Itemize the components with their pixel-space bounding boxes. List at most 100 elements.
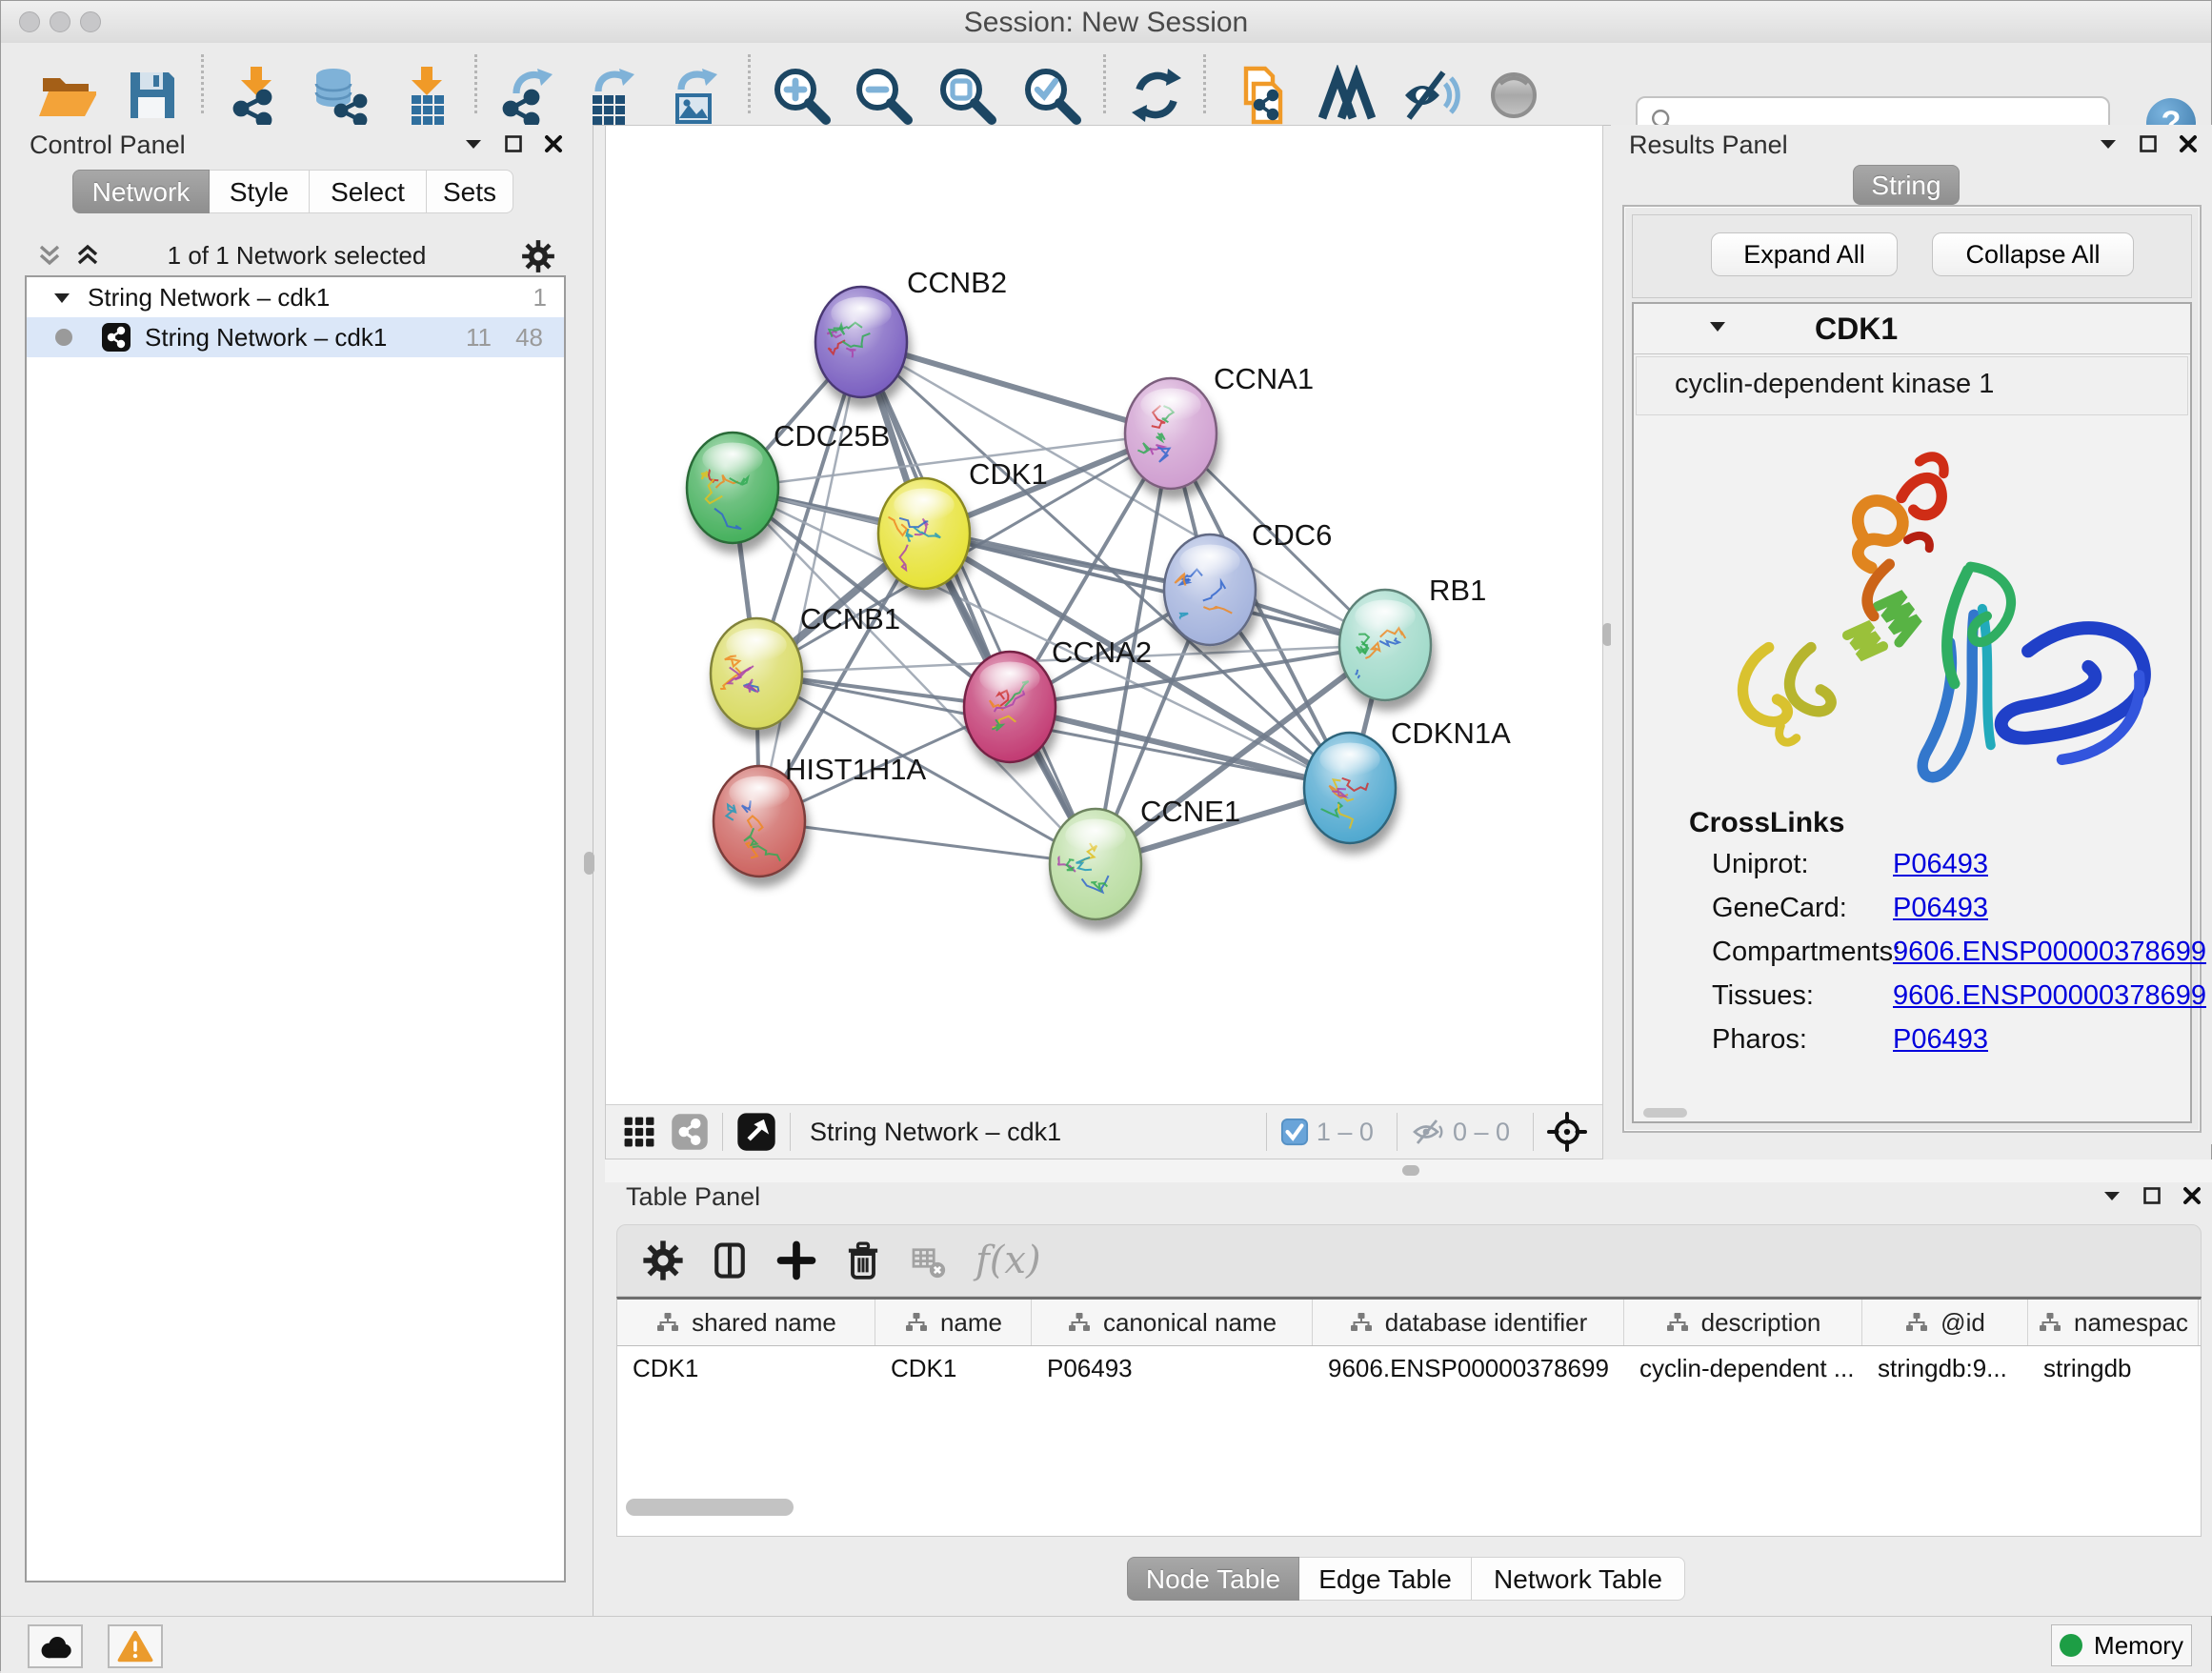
node-label: CCNB2 — [907, 266, 1007, 299]
panel-menu-icon[interactable] — [464, 137, 483, 151]
results-panel-title: Results Panel — [1629, 131, 1788, 160]
column-type-icon — [2038, 1311, 2062, 1334]
delete-table-icon[interactable] — [909, 1238, 947, 1283]
toolbar-separator — [748, 54, 751, 113]
collapse-all-button[interactable]: Collapse All — [1932, 232, 2134, 276]
export-network-button[interactable] — [497, 65, 558, 126]
gene-section-header[interactable]: CDK1 — [1634, 304, 2190, 354]
column-header[interactable]: canonical name — [1032, 1300, 1313, 1345]
show-columns-icon[interactable] — [709, 1238, 751, 1283]
footer-separator — [790, 1113, 791, 1151]
network-row[interactable]: String Network – cdk1 11 48 — [27, 317, 564, 357]
show-all-button[interactable] — [1483, 65, 1544, 126]
splitter-handle[interactable] — [1402, 1165, 1419, 1176]
column-header[interactable]: namespac — [2028, 1300, 2199, 1345]
panel-menu-icon[interactable] — [2102, 1189, 2122, 1202]
main-toolbar: ? — [1, 43, 2211, 126]
cloud-status-button[interactable] — [28, 1624, 83, 1668]
close-panel-icon[interactable] — [2179, 134, 2198, 153]
network-node-CCNB1[interactable]: CCNB1 — [711, 602, 900, 729]
tab-select[interactable]: Select — [310, 170, 427, 213]
hide-selected-button[interactable] — [1399, 65, 1460, 126]
float-panel-icon[interactable] — [2139, 134, 2158, 153]
node-table: shared namenamecanonical namedatabase id… — [616, 1297, 2202, 1537]
tab-network-table[interactable]: Network Table — [1472, 1557, 1685, 1601]
zoom-fit-button[interactable] — [936, 65, 997, 126]
panel-menu-icon[interactable] — [2099, 137, 2118, 151]
export-table-button[interactable] — [579, 65, 640, 126]
expand-all-button[interactable]: Expand All — [1711, 232, 1898, 276]
table-row[interactable]: CDK1CDK1P064939606.ENSP00000378699cyclin… — [617, 1346, 2201, 1390]
column-header[interactable]: @id — [1862, 1300, 2028, 1345]
birds-eye-view-icon[interactable] — [736, 1112, 776, 1152]
network-canvas[interactable]: CCNB2CCNA1CDC25BCDK1CDC6RB1CCNB1CCNA2CDK… — [606, 126, 1602, 1105]
column-type-icon — [1904, 1311, 1929, 1334]
network-view-panel: CCNB2CCNA1CDC25BCDK1CDC6RB1CCNB1CCNA2CDK… — [605, 125, 1603, 1159]
zoom-out-button[interactable] — [853, 65, 914, 126]
delete-column-trash-icon[interactable] — [842, 1238, 884, 1283]
crosslink-compartments[interactable]: 9606.ENSP00000378699 — [1893, 937, 2206, 968]
float-panel-icon[interactable] — [2142, 1186, 2162, 1205]
network-node-HIST1H1A[interactable]: HIST1H1A — [714, 753, 926, 877]
function-builder-icon[interactable]: f(x) — [975, 1239, 1041, 1282]
zoom-selected-button[interactable] — [1021, 65, 1082, 126]
open-session-button[interactable] — [35, 65, 96, 126]
network-node-CCNA1[interactable]: CCNA1 — [1125, 362, 1314, 489]
create-column-icon[interactable] — [775, 1238, 817, 1283]
network-node-CDKN1A[interactable]: CDKN1A — [1304, 716, 1511, 843]
show-graphics-details-icon[interactable] — [1317, 65, 1377, 126]
hidden-eye-icon[interactable] — [1411, 1118, 1445, 1146]
save-session-button[interactable] — [121, 65, 182, 126]
table-hscroll-thumb[interactable] — [626, 1499, 794, 1516]
close-panel-icon[interactable] — [544, 134, 563, 153]
column-header[interactable]: name — [875, 1300, 1032, 1345]
tab-node-table[interactable]: Node Table — [1127, 1557, 1299, 1601]
network-edge — [759, 821, 1096, 864]
network-options-gear-icon[interactable] — [521, 239, 555, 273]
import-table-button[interactable] — [396, 65, 457, 126]
section-collapse-icon[interactable] — [1708, 319, 1727, 333]
tab-sets[interactable]: Sets — [427, 170, 513, 213]
navigator-crosshair-icon[interactable] — [1547, 1112, 1587, 1152]
footer-separator — [1533, 1113, 1534, 1151]
splitter-handle[interactable] — [584, 852, 594, 875]
section-hscroll-thumb[interactable] — [1643, 1108, 1687, 1118]
node-label: CDK1 — [969, 457, 1048, 491]
tab-string[interactable]: String — [1853, 165, 1960, 205]
clone-network-button[interactable] — [1233, 65, 1294, 126]
node-label: RB1 — [1429, 574, 1486, 607]
crosslink-genecard[interactable]: P06493 — [1893, 893, 1988, 924]
refresh-view-button[interactable] — [1126, 65, 1187, 126]
import-network-button[interactable] — [226, 65, 287, 126]
network-node-RB1[interactable]: RB1 — [1339, 574, 1486, 700]
close-panel-icon[interactable] — [2182, 1186, 2202, 1205]
table-options-gear-icon[interactable] — [642, 1238, 684, 1283]
toolbar-separator — [474, 54, 477, 113]
memory-button[interactable]: Memory — [2051, 1624, 2192, 1666]
status-bar: Memory — [1, 1616, 2211, 1673]
column-header[interactable]: database identifier — [1313, 1300, 1624, 1345]
network-node-CCNE1[interactable]: CCNE1 — [1050, 795, 1240, 919]
tab-network[interactable]: Network — [72, 170, 210, 213]
crosslink-tissues[interactable]: 9606.ENSP00000378699 — [1893, 980, 2206, 1012]
column-type-icon — [904, 1311, 929, 1334]
gene-description-band: cyclin-dependent kinase 1 — [1636, 356, 2188, 415]
network-collection-row[interactable]: String Network – cdk1 1 — [27, 277, 564, 317]
tab-style[interactable]: Style — [210, 170, 310, 213]
column-header[interactable]: shared name — [617, 1300, 875, 1345]
string-network-badge-icon[interactable] — [671, 1113, 709, 1151]
tree-expander-icon[interactable] — [53, 292, 70, 304]
zoom-in-button[interactable] — [771, 65, 832, 126]
grid-view-icon[interactable] — [621, 1114, 657, 1150]
crosslink-uniprot[interactable]: P06493 — [1893, 849, 1988, 880]
export-image-button[interactable] — [662, 65, 723, 126]
crosslink-pharos[interactable]: P06493 — [1893, 1024, 1988, 1056]
float-panel-icon[interactable] — [504, 134, 523, 153]
warnings-button[interactable] — [108, 1624, 163, 1668]
selected-checkbox-icon[interactable] — [1280, 1118, 1309, 1146]
import-network-from-database-button[interactable] — [309, 65, 370, 126]
column-header[interactable]: description — [1624, 1300, 1862, 1345]
node-label: CDKN1A — [1391, 716, 1511, 750]
tab-edge-table[interactable]: Edge Table — [1299, 1557, 1472, 1601]
table-header-row: shared namenamecanonical namedatabase id… — [617, 1300, 2201, 1346]
